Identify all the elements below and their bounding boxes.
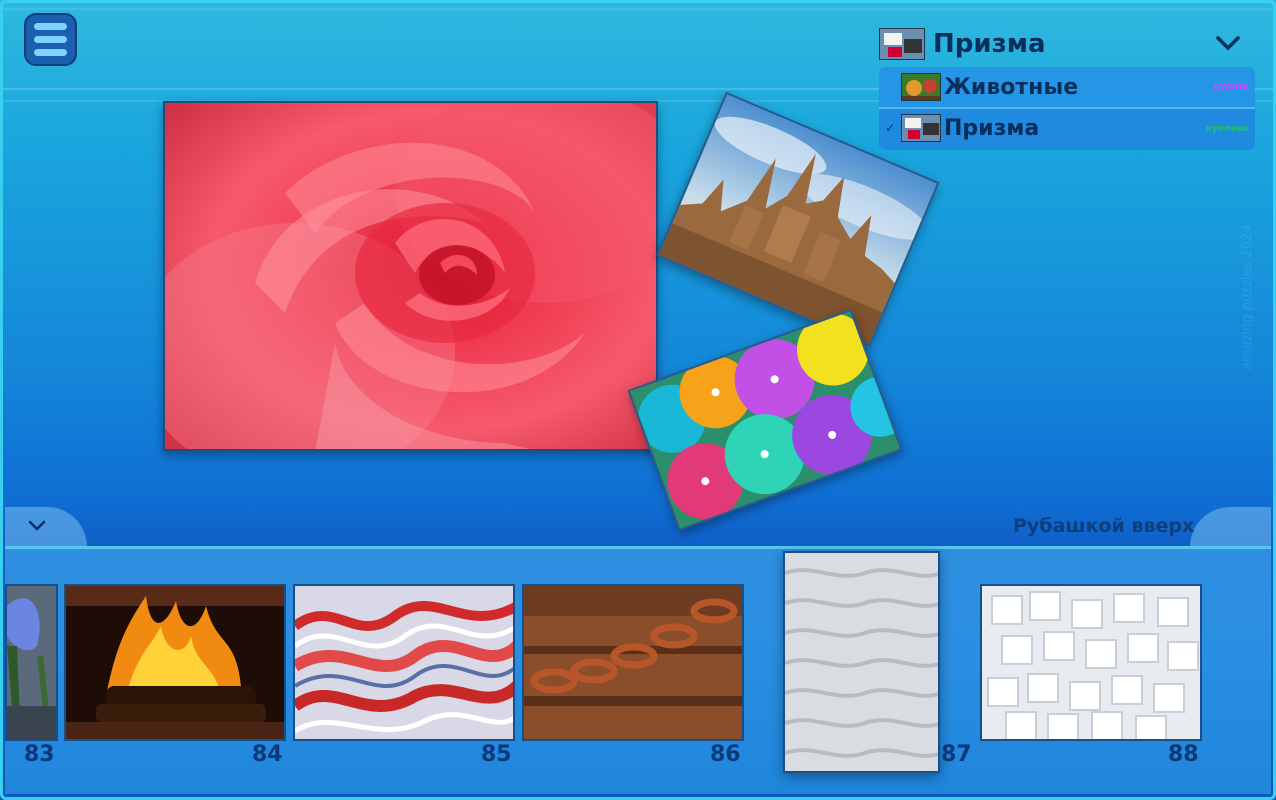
collection-thumbnail (879, 28, 925, 60)
thumbnail-number: 86 (710, 742, 741, 767)
collection-option-prism[interactable]: ✓ Призма куплено (879, 107, 1255, 147)
umbrellas-image (630, 310, 903, 532)
side-watermark: amazing puzzles 2024 (1240, 224, 1255, 370)
chevron-down-icon (28, 520, 46, 531)
thumbnail-number: 88 (1168, 742, 1199, 767)
collection-option-animals[interactable]: Животные купить (879, 67, 1255, 107)
check-icon: ✓ (884, 121, 896, 135)
prism-thumbnail (901, 114, 941, 142)
option-label: Призма (944, 115, 1040, 141)
menu-bar (34, 49, 67, 56)
menu-bar (34, 23, 67, 30)
puzzle-thumbnail-88[interactable] (980, 584, 1202, 741)
main-puzzle-image-rose[interactable] (163, 101, 658, 451)
puzzle-thumbnail-83[interactable] (5, 584, 58, 741)
chevron-down-icon[interactable] (1215, 32, 1241, 58)
sand-image (785, 553, 938, 771)
animals-thumbnail (901, 73, 941, 101)
collapse-tray-tab[interactable] (5, 507, 87, 547)
option-label: Животные (944, 74, 1079, 100)
tray-right-tab[interactable] (1190, 507, 1271, 547)
thumbnail-number: 85 (481, 742, 512, 767)
sugar-cubes-image (982, 586, 1200, 739)
hamburger-menu-button[interactable] (24, 13, 77, 66)
horizon-streak (0, 8, 1276, 10)
puzzle-thumbnail-87[interactable] (783, 551, 940, 773)
face-up-label: Рубашкой вверх (1013, 515, 1195, 537)
puzzle-card-umbrellas[interactable] (627, 308, 903, 532)
rose-image (165, 103, 656, 449)
collection-dropdown[interactable]: Призма (879, 22, 1255, 66)
crocus-image (7, 586, 56, 739)
thumbnail-number: 87 (941, 742, 972, 767)
option-status: куплено (1205, 124, 1249, 134)
thumbnail-number: 83 (24, 742, 55, 767)
puzzle-thumbnail-85[interactable] (293, 584, 515, 741)
puzzle-thumbnail-84[interactable] (64, 584, 286, 741)
puzzle-thumbnail-86[interactable] (522, 584, 744, 741)
selected-collection-label: Призма (933, 29, 1046, 59)
option-status: купить (1213, 82, 1249, 92)
fireplace-image (66, 586, 284, 739)
agate-image (295, 586, 513, 739)
rusty-chain-image (524, 586, 742, 739)
menu-bar (34, 36, 67, 43)
collection-dropdown-list: Животные купить ✓ Призма куплено (879, 67, 1255, 150)
thumbnail-number: 84 (252, 742, 283, 767)
